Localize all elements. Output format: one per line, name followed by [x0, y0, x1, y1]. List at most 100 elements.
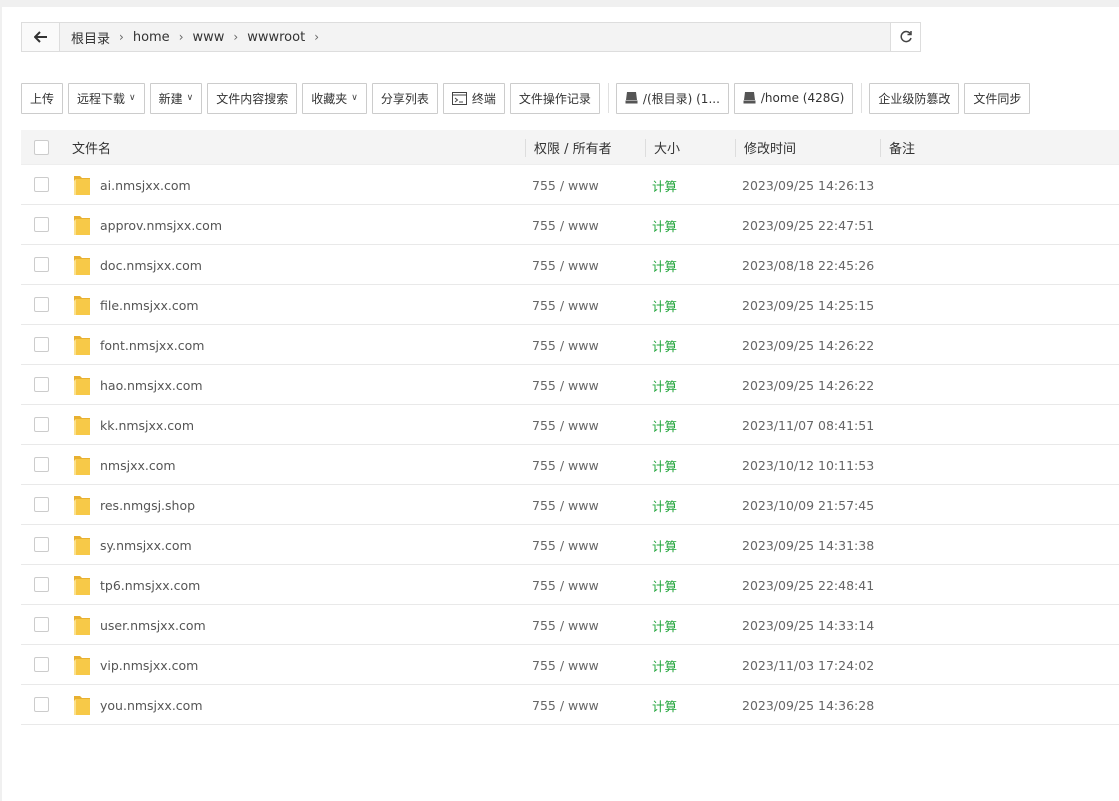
file-mtime: 2023/09/25 14:31:38 [742, 537, 875, 553]
file-mtime: 2023/09/25 14:36:28 [742, 697, 875, 713]
file-name[interactable]: sy.nmsjxx.com [100, 525, 192, 565]
calculate-size-link[interactable]: 计算 [652, 685, 677, 725]
remote-download-button[interactable]: 远程下载 ∨ [68, 82, 145, 114]
table-row[interactable]: sy.nmsjxx.com 755 / www 计算 2023/09/25 14… [21, 525, 1119, 565]
table-row[interactable]: hao.nmsjxx.com 755 / www 计算 2023/09/25 1… [21, 365, 1119, 405]
table-row[interactable]: res.nmgsj.shop 755 / www 计算 2023/10/09 2… [21, 485, 1119, 525]
row-checkbox[interactable] [34, 697, 49, 712]
header-perm[interactable]: 权限 / 所有者 [534, 130, 612, 165]
row-checkbox[interactable] [34, 497, 49, 512]
row-checkbox[interactable] [34, 657, 49, 672]
file-name[interactable]: user.nmsjxx.com [100, 605, 206, 645]
row-checkbox[interactable] [34, 177, 49, 192]
file-name[interactable]: hao.nmsjxx.com [100, 365, 203, 405]
calculate-size-link[interactable]: 计算 [652, 445, 677, 485]
file-name[interactable]: approv.nmsjxx.com [100, 205, 222, 245]
row-checkbox[interactable] [34, 417, 49, 432]
table-row[interactable]: kk.nmsjxx.com 755 / www 计算 2023/11/07 08… [21, 405, 1119, 445]
calculate-size-link[interactable]: 计算 [652, 525, 677, 565]
file-name[interactable]: nmsjxx.com [100, 445, 176, 485]
header-size[interactable]: 大小 [654, 130, 680, 165]
row-checkbox[interactable] [34, 377, 49, 392]
calculate-size-link[interactable]: 计算 [652, 565, 677, 605]
file-permission[interactable]: 755 / www [532, 285, 599, 325]
file-name[interactable]: vip.nmsjxx.com [100, 645, 198, 685]
file-name[interactable]: you.nmsjxx.com [100, 685, 203, 725]
file-permission[interactable]: 755 / www [532, 205, 599, 245]
row-checkbox[interactable] [34, 457, 49, 472]
row-checkbox[interactable] [34, 337, 49, 352]
table-row[interactable]: vip.nmsjxx.com 755 / www 计算 2023/11/03 1… [21, 645, 1119, 685]
select-all-checkbox[interactable] [34, 140, 49, 155]
table-row[interactable]: nmsjxx.com 755 / www 计算 2023/10/12 10:11… [21, 445, 1119, 485]
file-sync-button[interactable]: 文件同步 [964, 82, 1031, 114]
back-button[interactable] [22, 23, 60, 51]
file-permission[interactable]: 755 / www [532, 685, 599, 725]
calculate-size-link[interactable]: 计算 [652, 325, 677, 365]
calculate-size-link[interactable]: 计算 [652, 485, 677, 525]
calculate-size-link[interactable]: 计算 [652, 205, 677, 245]
file-permission[interactable]: 755 / www [532, 485, 599, 525]
header-mtime[interactable]: 修改时间 [744, 130, 796, 165]
calculate-size-link[interactable]: 计算 [652, 365, 677, 405]
row-checkbox[interactable] [34, 577, 49, 592]
row-checkbox[interactable] [34, 617, 49, 632]
table-row[interactable]: you.nmsjxx.com 755 / www 计算 2023/09/25 1… [21, 685, 1119, 725]
file-name[interactable]: tp6.nmsjxx.com [100, 565, 200, 605]
file-name[interactable]: res.nmgsj.shop [100, 485, 195, 525]
refresh-button[interactable] [890, 23, 920, 51]
file-name[interactable]: doc.nmsjxx.com [100, 245, 202, 285]
table-row[interactable]: font.nmsjxx.com 755 / www 计算 2023/09/25 … [21, 325, 1119, 365]
table-row[interactable]: doc.nmsjxx.com 755 / www 计算 2023/08/18 2… [21, 245, 1119, 285]
folder-icon [74, 536, 90, 555]
breadcrumb-www[interactable]: www [188, 30, 230, 45]
disk-home-button[interactable]: /home (428G) [733, 82, 854, 114]
calculate-size-link[interactable]: 计算 [652, 165, 677, 205]
row-checkbox[interactable] [34, 297, 49, 312]
table-row[interactable]: tp6.nmsjxx.com 755 / www 计算 2023/09/25 2… [21, 565, 1119, 605]
file-permission[interactable]: 755 / www [532, 445, 599, 485]
header-name[interactable]: 文件名 [72, 130, 111, 165]
upload-button[interactable]: 上传 [21, 82, 64, 114]
table-row[interactable]: ai.nmsjxx.com 755 / www 计算 2023/09/25 14… [21, 165, 1119, 205]
file-permission[interactable]: 755 / www [532, 525, 599, 565]
breadcrumb-root[interactable]: 根目录 [66, 28, 115, 47]
table-row[interactable]: user.nmsjxx.com 755 / www 计算 2023/09/25 … [21, 605, 1119, 645]
file-permission[interactable]: 755 / www [532, 645, 599, 685]
file-permission[interactable]: 755 / www [532, 245, 599, 285]
tamper-proof-label: 企业级防篡改 [878, 91, 951, 106]
file-permission[interactable]: 755 / www [532, 405, 599, 445]
row-checkbox[interactable] [34, 217, 49, 232]
table-row[interactable]: file.nmsjxx.com 755 / www 计算 2023/09/25 … [21, 285, 1119, 325]
file-manager-panel: 根目录 › home › www › wwwroot › 上传 远程下载 ∨ 新建… [2, 7, 1119, 801]
disk-root-button[interactable]: /(根目录) (1... [615, 82, 729, 114]
terminal-button[interactable]: 终端 [442, 82, 505, 114]
content-search-button[interactable]: 文件内容搜索 [207, 82, 298, 114]
file-name[interactable]: file.nmsjxx.com [100, 285, 199, 325]
row-checkbox[interactable] [34, 257, 49, 272]
file-name[interactable]: font.nmsjxx.com [100, 325, 204, 365]
file-permission[interactable]: 755 / www [532, 165, 599, 205]
share-list-button[interactable]: 分享列表 [371, 82, 438, 114]
calculate-size-link[interactable]: 计算 [652, 605, 677, 645]
calculate-size-link[interactable]: 计算 [652, 645, 677, 685]
folder-icon [74, 616, 90, 635]
row-checkbox[interactable] [34, 537, 49, 552]
file-name[interactable]: ai.nmsjxx.com [100, 165, 191, 205]
calculate-size-link[interactable]: 计算 [652, 405, 677, 445]
chevron-down-icon: ∨ [129, 93, 136, 103]
table-row[interactable]: approv.nmsjxx.com 755 / www 计算 2023/09/2… [21, 205, 1119, 245]
file-name[interactable]: kk.nmsjxx.com [100, 405, 194, 445]
breadcrumb-home[interactable]: home [128, 30, 175, 45]
calculate-size-link[interactable]: 计算 [652, 285, 677, 325]
new-button[interactable]: 新建 ∨ [149, 82, 203, 114]
operation-log-button[interactable]: 文件操作记录 [509, 82, 600, 114]
file-permission[interactable]: 755 / www [532, 365, 599, 405]
breadcrumb-wwwroot[interactable]: wwwroot [242, 30, 310, 45]
file-permission[interactable]: 755 / www [532, 325, 599, 365]
favorites-button[interactable]: 收藏夹 ∨ [302, 82, 367, 114]
calculate-size-link[interactable]: 计算 [652, 245, 677, 285]
file-permission[interactable]: 755 / www [532, 605, 599, 645]
tamper-proof-button[interactable]: 企业级防篡改 [869, 82, 960, 114]
file-permission[interactable]: 755 / www [532, 565, 599, 605]
